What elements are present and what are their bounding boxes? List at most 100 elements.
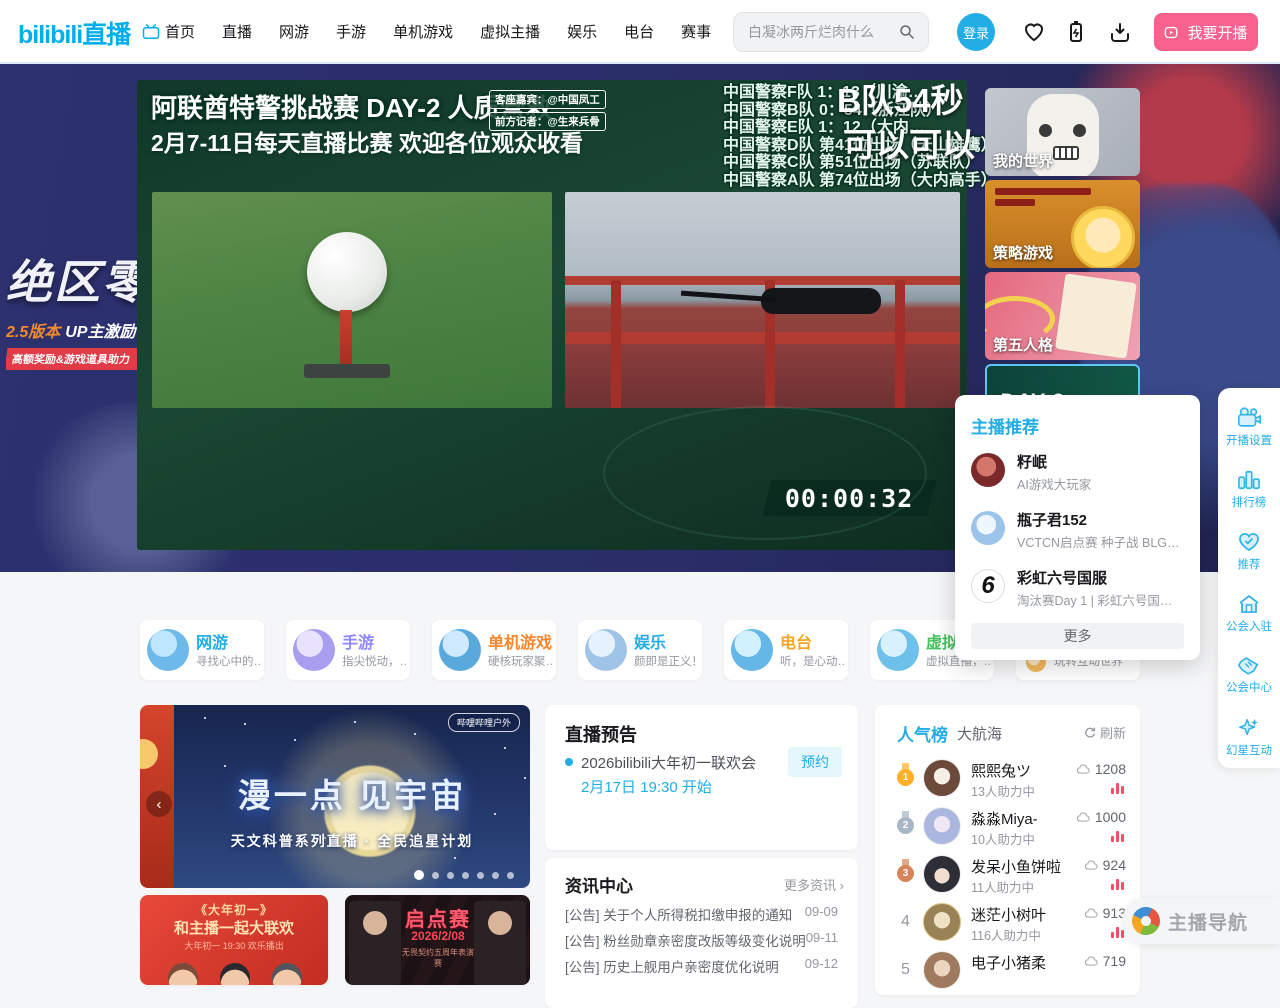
nav-item-singlegames[interactable]: 单机游戏 — [393, 21, 453, 42]
carousel-subtitle: 天文科普系列直播 · 全民追星计划 — [174, 831, 530, 851]
promo-carousel[interactable]: 漫一点 见宇宙 天文科普系列直播 · 全民追星计划 哔哩哔哩户外 ‹ — [140, 705, 530, 888]
nav-item-home[interactable]: 首页 — [142, 21, 195, 42]
news-item[interactable]: [公告] 粉丝勋章亲密度改版等级变化说明 09-11 — [565, 930, 838, 950]
category-card-entertainment[interactable]: 娱乐 颜即是正义！ — [578, 620, 702, 680]
nav-item-radio[interactable]: 电台 — [624, 21, 654, 42]
category-thumb-minecraft[interactable]: 我的世界 — [985, 88, 1140, 176]
tab-popularity[interactable]: 人气榜 — [897, 721, 948, 746]
news-more-link[interactable]: 更多资讯 › — [784, 875, 844, 894]
toolbar-guild-center[interactable]: 公会中心 — [1218, 644, 1280, 706]
nav-item-entertainment[interactable]: 娱乐 — [567, 21, 597, 42]
kickoff-match-banner[interactable]: 启点赛 2026/2/08 无畏契约五周年表演赛 — [345, 895, 530, 985]
refresh-button[interactable]: 刷新 — [1083, 723, 1126, 742]
avatar — [971, 453, 1005, 487]
category-title: 网游 — [196, 629, 228, 653]
carousel-dot[interactable] — [447, 872, 454, 879]
category-card-mobilegames[interactable]: 手游 指尖悦动，… — [286, 620, 410, 680]
zzz-subtitle: 2.5版本UP主激励计划 — [6, 318, 138, 342]
popularity-score: 719 — [1084, 953, 1126, 969]
ranking-row[interactable]: 2 淼淼Miya- 10人助力中 1000 — [875, 803, 1140, 851]
toolbar-label: 公会中心 — [1226, 679, 1272, 695]
streamer-row[interactable]: 瓶子君152 VCTCN启点赛 种子战 BLG… — [971, 509, 1184, 559]
nav-item-live[interactable]: 直播 — [222, 21, 252, 42]
streamer-row[interactable]: 6 彩虹六号国服 淘汰赛Day 1 | 彩虹六号国… — [971, 567, 1184, 617]
nav-item-label: 网游 — [279, 21, 309, 42]
news-item-text: [公告] 历史上舰用户亲密度优化说明 — [565, 960, 779, 975]
news-item[interactable]: [公告] 历史上舰用户亲密度优化说明 09-12 — [565, 956, 838, 976]
danmaku-comment: 可以可以 — [843, 118, 975, 166]
search-input[interactable] — [746, 23, 898, 41]
new-year-banner[interactable]: 《大年初一》 和主播一起大联欢 大年初一 19:30 欢乐播出 — [140, 895, 328, 985]
meme-eye — [1039, 124, 1052, 137]
category-title: 单机游戏 — [488, 629, 552, 653]
anime-card-art — [1055, 273, 1137, 358]
streamer-name: 淼淼Miya- — [971, 808, 1038, 829]
ranking-row[interactable]: 1 熙熙兔ツ 13人助力中 1208 — [875, 755, 1140, 803]
category-thumb-strategy[interactable]: 策略游戏 — [985, 180, 1140, 268]
avatar — [923, 903, 961, 941]
streamer-name: 迷茫小树叶 — [971, 904, 1046, 925]
start-broadcast-button[interactable]: 我要开播 — [1154, 13, 1258, 51]
bilibili-live-logo[interactable]: bilibili直播 — [18, 15, 130, 51]
target-pole — [340, 310, 352, 368]
category-card-radio[interactable]: 电台 听，是心动… — [724, 620, 848, 680]
carousel-prev-button[interactable]: ‹ — [146, 791, 172, 817]
category-subtitle: 寻找心中的… — [196, 653, 260, 669]
download-icon[interactable] — [1108, 20, 1132, 44]
category-thumb-identityv[interactable]: 第五人格 — [985, 272, 1140, 360]
favorites-heart-icon[interactable] — [1022, 20, 1046, 44]
nav-item-mobilegames[interactable]: 手游 — [336, 21, 366, 42]
popup-more-button[interactable]: 更多 — [971, 623, 1184, 649]
streamer-navigation-badge[interactable]: 主播导航 — [1122, 898, 1280, 944]
carousel-dot[interactable] — [462, 872, 469, 879]
search-icon[interactable] — [898, 23, 916, 41]
login-button[interactable]: 登录 — [957, 13, 995, 51]
video-feed-target — [152, 192, 552, 408]
streamer-desc: VCTCN启点赛 种子战 BLG… — [1017, 532, 1182, 551]
nav-item-label: 手游 — [336, 21, 366, 42]
toolbar-label: 公会入驻 — [1226, 618, 1272, 634]
news-item-text: [公告] 关于个人所得税扣缴申报的通知 — [565, 908, 792, 923]
bullet-dot — [565, 758, 573, 766]
toolbar-recommend[interactable]: 推荐 — [1218, 520, 1280, 582]
zzz-promo-banner[interactable]: 绝区零 2.5版本UP主激励计划 高额奖励&游戏道具助力 — [6, 246, 138, 370]
nav-item-netgames[interactable]: 网游 — [279, 21, 309, 42]
streamer-name: 彩虹六号国服 — [1017, 567, 1107, 588]
toolbar-broadcast-settings[interactable]: 开播设置 — [1218, 396, 1280, 458]
news-item[interactable]: [公告] 关于个人所得税扣缴申报的通知 09-09 — [565, 904, 838, 924]
avatar — [971, 511, 1005, 545]
silver-medal-icon: 2 — [897, 817, 914, 834]
pinwheel-icon — [1127, 902, 1164, 939]
carousel-dot[interactable] — [507, 872, 514, 879]
broadcast-camera-icon — [1164, 24, 1181, 41]
category-card-netgames[interactable]: 网游 寻找心中的… — [140, 620, 264, 680]
reserve-button[interactable]: 预约 — [788, 747, 842, 777]
popularity-score: 913 — [1084, 905, 1126, 921]
tab-grand-sailing[interactable]: 大航海 — [957, 723, 1002, 744]
schedule-event[interactable]: 2026bilibili大年初一联欢会 — [581, 752, 756, 773]
streamer-row[interactable]: 籽岷 AI游戏大玩家 — [971, 451, 1184, 501]
toolbar-ranking[interactable]: 排行榜 — [1218, 458, 1280, 520]
battery-charge-icon[interactable] — [1064, 20, 1088, 44]
activity-bars-icon — [1111, 879, 1124, 890]
zzz-campaign: UP主激励计划 — [65, 324, 138, 341]
carousel-dot[interactable] — [432, 872, 439, 879]
carousel-dot[interactable] — [477, 872, 484, 879]
nav-item-esports[interactable]: 赛事 — [681, 21, 711, 42]
carousel-dot-active[interactable] — [414, 870, 424, 880]
stars-art — [204, 717, 206, 719]
player-face-art — [363, 911, 387, 935]
nav-item-label: 电台 — [624, 21, 654, 42]
ranking-row[interactable]: 5 电子小猪柔 719 — [875, 947, 1140, 995]
category-card-singlegames[interactable]: 单机游戏 硬核玩家聚… — [432, 620, 556, 680]
live-video-player[interactable]: 阿联酋特警挑战赛 DAY-2 人质营救 客座嘉宾：@中国凤工 前方记者：@生来兵… — [137, 80, 967, 550]
toolbar-fanstar-interact[interactable]: 幻星互动 — [1218, 706, 1280, 768]
ranking-row[interactable]: 3 发呆小鱼饼啦 11人助力中 924 — [875, 851, 1140, 899]
carousel-dot[interactable] — [492, 872, 499, 879]
carousel-dots[interactable] — [414, 870, 514, 880]
popularity-cloud-icon — [1084, 859, 1099, 871]
toolbar-guild-join[interactable]: 公会入驻 — [1218, 582, 1280, 644]
ranking-row[interactable]: 4 迷茫小树叶 116人助力中 913 — [875, 899, 1140, 947]
nav-item-label: 虚拟主播 — [480, 21, 540, 42]
nav-item-vtuber[interactable]: 虚拟主播 — [480, 21, 540, 42]
